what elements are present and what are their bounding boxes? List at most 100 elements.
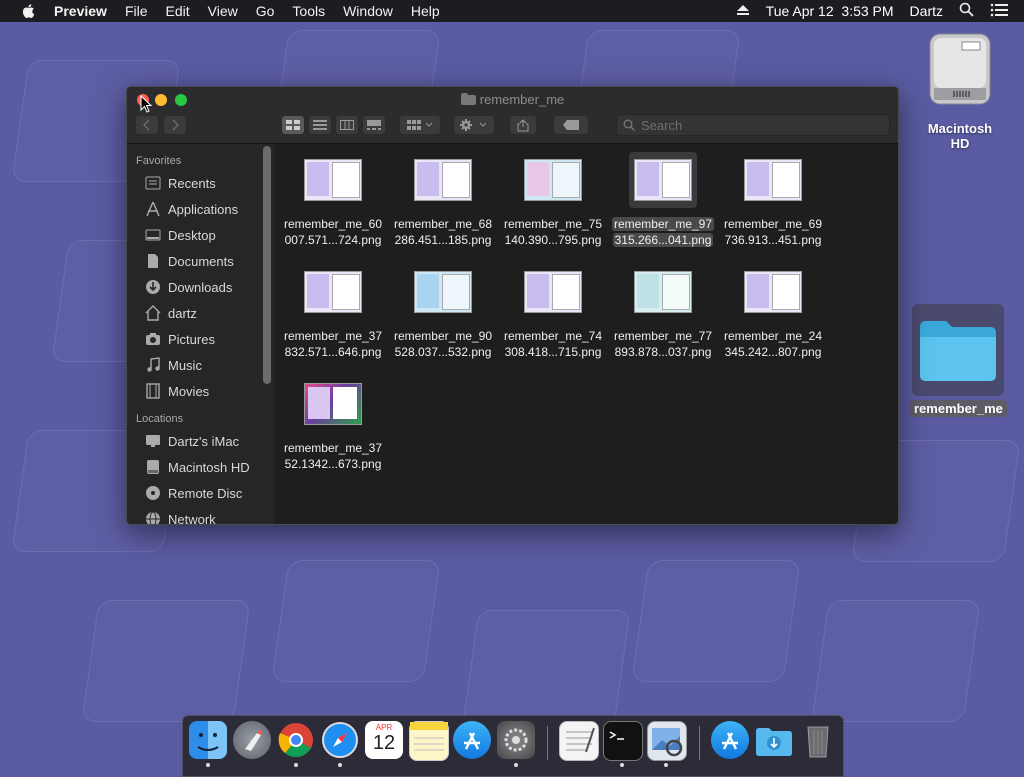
back-button[interactable] — [135, 115, 159, 135]
sidebar-item-macintosh-hd[interactable]: Macintosh HD — [127, 454, 275, 480]
forward-button[interactable] — [163, 115, 187, 135]
sidebar-item-pictures[interactable]: Pictures — [127, 326, 275, 352]
file-name-line1: remember_me_60 — [283, 217, 383, 231]
system-preferences-icon[interactable] — [497, 721, 535, 759]
finder-window: remember_me Search Favorites Recents App… — [126, 86, 899, 525]
sidebar-item-label: Recents — [168, 175, 216, 191]
search-icon — [623, 119, 635, 131]
file-name-line1: remember_me_75 — [503, 217, 603, 231]
file-item[interactable]: remember_me_24 345.242...807.png — [718, 264, 828, 360]
mouse-cursor-icon — [140, 95, 152, 113]
gallery-view-button[interactable] — [362, 115, 386, 135]
file-item[interactable]: remember_me_90 528.037...532.png — [388, 264, 498, 360]
camera-icon — [146, 333, 160, 345]
sidebar-item-downloads[interactable]: Downloads — [127, 274, 275, 300]
sidebar-locations-header: Locations — [136, 413, 184, 425]
network-icon — [146, 511, 160, 524]
sidebar-item-label: dartz — [168, 305, 197, 321]
apple-logo-icon[interactable] — [20, 2, 38, 20]
app-store-icon[interactable] — [711, 721, 749, 759]
tag-icon — [563, 120, 579, 130]
share-button[interactable] — [509, 115, 537, 135]
group-by-button[interactable] — [399, 115, 441, 135]
menubar-user[interactable]: Dartz — [910, 3, 943, 19]
launchpad-icon[interactable] — [233, 721, 271, 759]
image-thumbnail — [744, 159, 802, 201]
spotlight-search-icon[interactable] — [959, 2, 974, 20]
file-item[interactable]: remember_me_37 52.1342...673.png — [278, 376, 388, 472]
sidebar-scrollbar[interactable] — [263, 146, 271, 384]
menu-tools[interactable]: Tools — [292, 3, 325, 19]
downloads-folder-icon[interactable] — [755, 721, 793, 759]
sidebar-item-applications[interactable]: Applications — [127, 196, 275, 222]
file-item[interactable]: remember_me_60 007.571...724.png — [278, 152, 388, 248]
sidebar-item-movies[interactable]: Movies — [127, 378, 275, 404]
sidebar-item-remote-disc[interactable]: Remote Disc — [127, 480, 275, 506]
icon-view-button[interactable] — [281, 115, 305, 135]
file-name-line2: 736.913...451.png — [724, 233, 822, 247]
file-item[interactable]: remember_me_37 832.571...646.png — [278, 264, 388, 360]
sidebar-item-label: Applications — [168, 201, 239, 217]
grid-icon — [286, 120, 300, 130]
image-thumbnail — [744, 271, 802, 313]
notification-center-icon[interactable] — [990, 3, 1008, 20]
menu-go[interactable]: Go — [256, 3, 275, 19]
applications-icon — [146, 201, 160, 217]
search-field[interactable]: Search — [616, 114, 890, 136]
document-icon — [148, 254, 158, 268]
sidebar-item-dartz[interactable]: dartz — [127, 300, 275, 326]
calendar-icon[interactable]: APR 12 — [365, 721, 403, 759]
menu-edit[interactable]: Edit — [166, 3, 190, 19]
sidebar-item-documents[interactable]: Documents — [127, 248, 275, 274]
safari-icon[interactable] — [321, 721, 359, 759]
trash-icon[interactable] — [799, 721, 837, 759]
menu-app-name[interactable]: Preview — [54, 3, 107, 19]
sidebar-item-recents[interactable]: Recents — [127, 170, 275, 196]
file-item-selected[interactable]: remember_me_97 315.266...041.png — [608, 152, 718, 248]
image-thumbnail — [414, 271, 472, 313]
image-thumbnail — [304, 383, 362, 425]
preview-icon[interactable] — [647, 721, 687, 761]
menubar-clock[interactable]: Tue Apr 12 3:53 PM — [766, 3, 894, 19]
image-thumbnail — [524, 271, 582, 313]
file-name-line1: remember_me_74 — [503, 329, 603, 343]
file-name-line2: 315.266...041.png — [612, 233, 714, 247]
gear-icon — [460, 119, 487, 131]
list-view-button[interactable] — [308, 115, 332, 135]
textedit-icon[interactable] — [559, 721, 599, 761]
sidebar-item-desktop[interactable]: Desktop — [127, 222, 275, 248]
file-item[interactable]: remember_me_68 286.451...185.png — [388, 152, 498, 248]
file-item[interactable]: remember_me_75 140.390...795.png — [498, 152, 608, 248]
sidebar-item-label: Pictures — [168, 331, 215, 347]
menu-window[interactable]: Window — [343, 3, 393, 19]
clock-icon — [145, 176, 161, 190]
eject-icon[interactable] — [736, 3, 750, 19]
share-icon — [517, 118, 529, 131]
file-item[interactable]: remember_me_74 308.418...715.png — [498, 264, 608, 360]
desktop-hd-icon[interactable]: Macintosh HD — [918, 30, 1002, 151]
menu-view[interactable]: View — [208, 3, 238, 19]
file-name-line1: remember_me_90 — [393, 329, 493, 343]
app-store-icon[interactable] — [453, 721, 491, 759]
sidebar-item-music[interactable]: Music — [127, 352, 275, 378]
file-item[interactable]: remember_me_69 736.913...451.png — [718, 152, 828, 248]
image-thumbnail — [634, 159, 692, 201]
music-icon — [147, 357, 160, 372]
sidebar-item-network[interactable]: Network — [127, 506, 275, 524]
chrome-icon[interactable] — [277, 721, 315, 759]
sidebar-item-imac[interactable]: Dartz's iMac — [127, 428, 275, 454]
running-indicator — [620, 763, 624, 767]
finder-icon[interactable] — [189, 721, 227, 759]
menu-file[interactable]: File — [125, 3, 148, 19]
action-button[interactable] — [453, 115, 495, 135]
notes-icon[interactable] — [409, 721, 449, 761]
gallery-icon — [367, 120, 381, 130]
tags-button[interactable] — [553, 115, 589, 135]
column-view-button[interactable] — [335, 115, 359, 135]
menu-help[interactable]: Help — [411, 3, 440, 19]
file-item[interactable]: remember_me_77 893.878...037.png — [608, 264, 718, 360]
desktop-folder-item[interactable]: remember_me — [910, 304, 1007, 418]
terminal-icon[interactable] — [603, 721, 643, 761]
file-name-line2: 893.878...037.png — [614, 345, 712, 359]
running-indicator — [338, 763, 342, 767]
